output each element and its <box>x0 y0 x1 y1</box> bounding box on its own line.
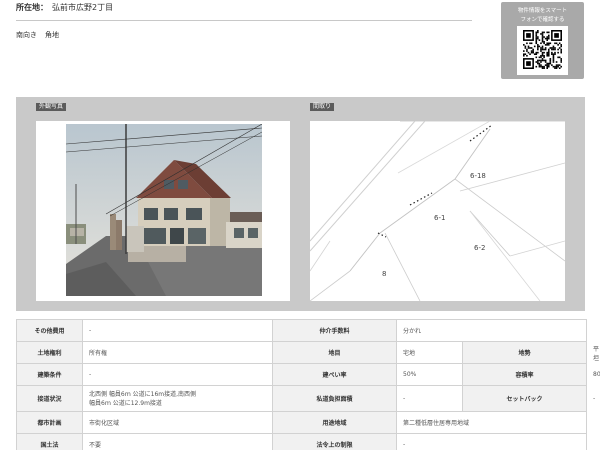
lot-label-6-2: 6-2 <box>474 244 485 252</box>
private-road-value: - <box>396 385 464 412</box>
exterior-photo-label: 外観写真 <box>36 103 67 111</box>
header-divider <box>16 20 472 21</box>
legal-restrictions-value: - <box>396 433 588 450</box>
land-rights-label: 土地権利 <box>16 341 83 364</box>
floorplan-label: 間取り <box>310 103 335 111</box>
feature-corner-lot: 角地 <box>45 31 59 39</box>
road-access-value: 北西側 幅員6ｍ 公道に16m接道,南西側 幅員6ｍ 公道に12.9m接道 <box>81 385 274 412</box>
road-access-line1: 北西側 幅員6ｍ 公道に16m接道,南西側 <box>89 390 197 398</box>
smartphone-qr-panel: 物件情報をスマート フォンで確認する <box>501 2 584 79</box>
table-row: 土地権利 所有権 地目 宅地 地勢 平坦 <box>16 341 599 364</box>
coverage-ratio-value: 50% <box>396 363 464 386</box>
private-road-label: 私道負担面積 <box>272 385 398 412</box>
table-row: 国土法 不要 法令上の制限 - <box>16 433 588 450</box>
qr-caption: 物件情報をスマート フォンで確認する <box>501 7 584 25</box>
property-details-table: その他費用 - 仲介手数料 分かれ 土地権利 所有権 地目 宅地 地勢 平坦 建… <box>16 319 600 450</box>
lot-label-8: 8 <box>382 270 386 278</box>
building-conditions-value: - <box>81 363 274 386</box>
table-row: 接道状況 北西側 幅員6ｍ 公道に16m接道,南西側 幅員6ｍ 公道に12.9m… <box>16 385 595 412</box>
lot-label-6-1: 6-1 <box>434 214 445 222</box>
road-access-line2: 幅員6ｍ 公道に12.9m接道 <box>89 399 162 407</box>
exterior-house-photo <box>66 124 262 296</box>
coverage-ratio-label: 建ぺい率 <box>272 363 398 386</box>
lot-label-6-18: 6-18 <box>470 172 486 180</box>
table-row: その他費用 - 仲介手数料 分かれ <box>16 319 588 342</box>
qr-code-icon <box>517 26 568 75</box>
brokerage-fee-label: 仲介手数料 <box>272 319 398 342</box>
other-costs-label: その他費用 <box>16 319 83 342</box>
address-label: 所在地： <box>16 3 48 12</box>
zoning-label: 用途地域 <box>272 411 398 434</box>
qr-caption-line2: フォンで確認する <box>520 17 565 23</box>
other-costs-value: - <box>81 319 274 342</box>
table-row: 建築条件 - 建ぺい率 50% 容積率 80% <box>16 363 600 386</box>
exterior-photo-frame <box>36 121 290 301</box>
brokerage-fee-value: 分かれ <box>396 319 588 342</box>
photo-panel: 外観写真 間取り 6-18 6-1 6-2 8 <box>16 97 585 311</box>
lot-plan-diagram: 6-18 6-1 6-2 8 <box>310 121 565 301</box>
address-value: 弘前市広野2丁目 <box>52 3 114 12</box>
city-planning-value: 市街化区域 <box>81 411 274 434</box>
legal-restrictions-label: 法令上の制限 <box>272 433 398 450</box>
road-access-label: 接道状況 <box>16 385 83 412</box>
national-land-act-value: 不要 <box>81 433 274 450</box>
land-rights-value: 所有権 <box>81 341 274 364</box>
qr-caption-line1: 物件情報をスマート <box>517 8 568 14</box>
national-land-act-label: 国土法 <box>16 433 83 450</box>
city-planning-label: 都市計画 <box>16 411 83 434</box>
land-category-value: 宅地 <box>396 341 464 364</box>
setback-label: セットバック <box>462 385 588 412</box>
terrain-label: 地勢 <box>462 341 588 364</box>
feature-south-facing: 南向き <box>16 31 37 39</box>
floorplan-frame: 6-18 6-1 6-2 8 <box>310 121 565 301</box>
table-row: 都市計画 市街化区域 用途地域 第二種低層住居専用地域 <box>16 411 588 434</box>
zoning-value: 第二種低層住居専用地域 <box>396 411 588 434</box>
floor-area-ratio-label: 容積率 <box>462 363 588 386</box>
address-line: 所在地： 弘前市広野2丁目 <box>16 2 113 14</box>
feature-tags: 南向き 角地 <box>16 30 67 40</box>
building-conditions-label: 建築条件 <box>16 363 83 386</box>
land-category-label: 地目 <box>272 341 398 364</box>
